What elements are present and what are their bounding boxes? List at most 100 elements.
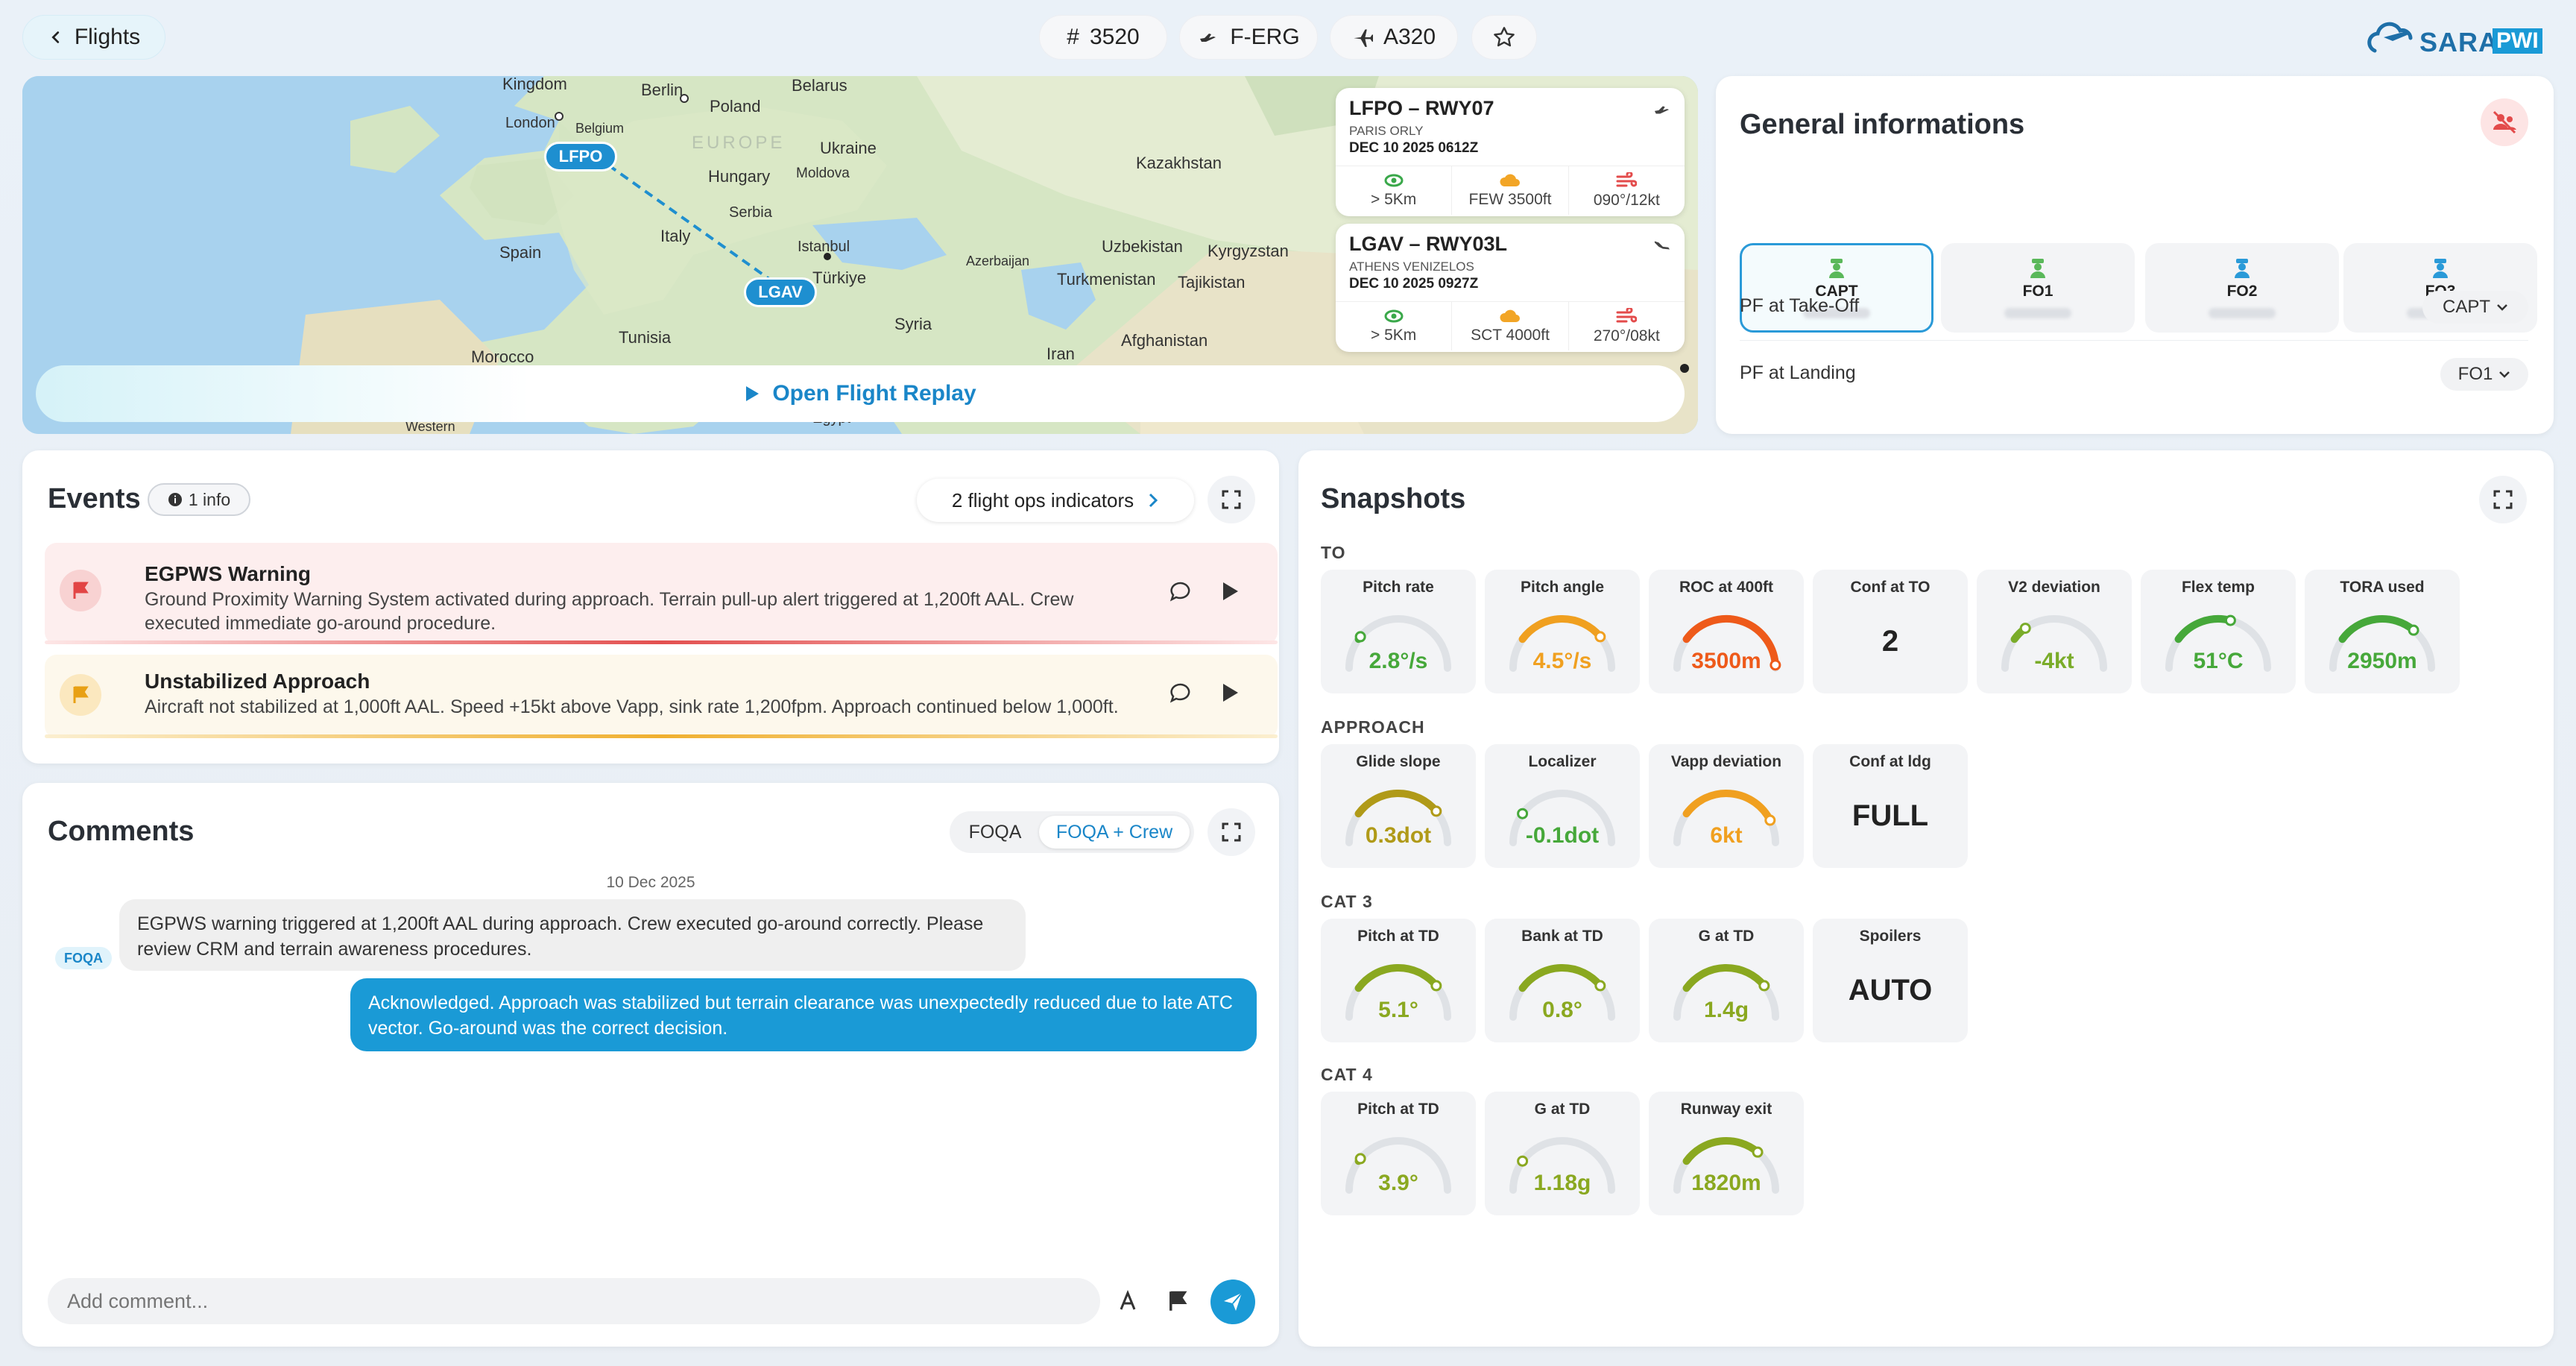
snapshot-gauge[interactable]: TORA used 2950m: [2305, 570, 2460, 693]
eye-icon: [1384, 309, 1404, 322]
destination-marker[interactable]: LGAV: [744, 277, 817, 307]
registration: F-ERG: [1230, 25, 1300, 49]
snapshot-gauge[interactable]: Conf at ldg FULL: [1813, 744, 1968, 868]
event-unstabilized-approach[interactable]: Unstabilized Approach Aircraft not stabi…: [45, 655, 1278, 738]
map-label: Kingdom: [502, 76, 567, 93]
registration-chip[interactable]: F-ERG: [1179, 15, 1318, 60]
snapshot-gauge[interactable]: Glide slope 0.3dot: [1321, 744, 1476, 868]
comments-card: Comments FOQA FOQA + Crew 10 Dec 2025 EG…: [22, 783, 1279, 1347]
clouds-value: SCT 4000ft: [1471, 326, 1550, 344]
play-icon[interactable]: [1219, 580, 1240, 602]
comments-title: Comments: [48, 816, 195, 847]
gauge-label: G at TD: [1534, 1101, 1591, 1118]
weather-title: LGAV – RWY03L: [1349, 233, 1508, 255]
visibility-cell: > 5Km: [1336, 166, 1453, 215]
snapshot-gauge[interactable]: Vapp deviation 6kt: [1649, 744, 1804, 868]
crew-fo2[interactable]: FO2: [2145, 243, 2339, 333]
snapshot-gauge[interactable]: Pitch rate 2.8°/s: [1321, 570, 1476, 693]
gauge-value: 0.8°: [1542, 998, 1582, 1022]
event-egpws[interactable]: EGPWS Warning Ground Proximity Warning S…: [45, 543, 1278, 644]
snapshot-gauge[interactable]: G at TD 1.4g: [1649, 919, 1804, 1042]
snapshot-gauge[interactable]: V2 deviation -4kt: [1977, 570, 2132, 693]
crew-capt[interactable]: CAPT: [1740, 243, 1933, 333]
snapshot-gauge[interactable]: Flex temp 51°C: [2141, 570, 2296, 693]
map-label: Ukraine: [820, 139, 877, 157]
snapshot-gauge[interactable]: ROC at 400ft 3500m: [1649, 570, 1804, 693]
crew-label: FO2: [2226, 283, 2258, 300]
map-label: Spain: [499, 243, 542, 262]
tab-foqa[interactable]: FOQA: [954, 816, 1036, 849]
expand-icon: [2493, 490, 2513, 509]
map-label: Azerbaijan: [966, 254, 1030, 268]
snapshot-gauge[interactable]: G at TD 1.18g: [1485, 1092, 1640, 1215]
map-label: Uzbekistan: [1102, 237, 1183, 256]
comment-input[interactable]: [48, 1278, 1100, 1324]
snapshot-gauge[interactable]: Runway exit 1820m: [1649, 1092, 1804, 1215]
send-button[interactable]: [1210, 1280, 1255, 1324]
flag-icon: [73, 582, 89, 599]
snapshot-gauge[interactable]: Localizer -0.1dot: [1485, 744, 1640, 868]
wind-value: 090°/12kt: [1593, 191, 1660, 209]
pf-takeoff-label: PF at Take-Off: [1740, 295, 1860, 316]
divider: [1740, 340, 2528, 341]
eye-icon: [1384, 174, 1404, 186]
flight-ops-indicators-button[interactable]: 2 flight ops indicators: [917, 479, 1194, 522]
aircraft-chip[interactable]: A320: [1330, 15, 1458, 60]
gauge-text-value: 2: [1881, 625, 1899, 658]
snapshot-gauge[interactable]: Pitch angle 4.5°/s: [1485, 570, 1640, 693]
play-icon[interactable]: [1219, 682, 1240, 704]
tab-foqa-crew[interactable]: FOQA + Crew: [1039, 816, 1190, 849]
alert-off-button[interactable]: [2481, 98, 2528, 146]
expand-events-button[interactable]: [1208, 476, 1255, 523]
open-flight-replay-button[interactable]: Open Flight Replay: [36, 365, 1685, 422]
pf-takeoff-select[interactable]: CAPT: [2422, 291, 2528, 324]
pf-landing-value: FO1: [2457, 364, 2493, 384]
expand-snapshots-button[interactable]: [2479, 476, 2527, 523]
gauge-label: Pitch rate: [1363, 579, 1434, 596]
back-button[interactable]: Flights: [22, 15, 165, 60]
map-label: Türkiye: [812, 268, 867, 287]
pf-takeoff-value: CAPT: [2442, 297, 2490, 317]
flight-number-chip[interactable]: # 3520: [1039, 15, 1167, 60]
landing-icon: [1653, 241, 1671, 252]
pilot-icon: [2235, 259, 2250, 278]
gauge-label: Vapp deviation: [1670, 753, 1782, 770]
expand-icon: [1222, 490, 1241, 509]
map-card[interactable]: Kingdom Berlin Poland Belarus London Bel…: [22, 76, 1698, 434]
comment-icon[interactable]: [1169, 682, 1193, 705]
origin-marker[interactable]: LFPO: [544, 142, 617, 171]
gauge-value: 51°C: [2193, 649, 2244, 673]
back-label: Flights: [74, 25, 141, 49]
snapshot-gauge[interactable]: Pitch at TD 5.1°: [1321, 919, 1476, 1042]
takeoff-icon: [1653, 106, 1671, 116]
severity-bar: [45, 734, 1278, 738]
pf-landing-select[interactable]: FO1: [2440, 358, 2528, 391]
crew-fo1[interactable]: FO1: [1941, 243, 2135, 333]
aircraft-type: A320: [1383, 25, 1436, 49]
gauge-fill: [1518, 615, 1604, 643]
gauge-knob: [2224, 614, 2236, 626]
snapshot-gauge[interactable]: Pitch at TD 3.9°: [1321, 1092, 1476, 1215]
chevron-down-icon: [2497, 304, 2507, 311]
gauge-fill: [1354, 790, 1440, 818]
gauge-label: Bank at TD: [1521, 928, 1603, 945]
text-format-icon[interactable]: [1117, 1290, 1139, 1312]
general-info-card: General informations CAPT FO1 FO2 FO3 PF…: [1716, 76, 2554, 434]
snapshot-gauge[interactable]: Conf at TO 2: [1813, 570, 1968, 693]
expand-comments-button[interactable]: [1208, 808, 1255, 856]
flag-icon: [73, 686, 89, 703]
favorite-button[interactable]: [1471, 15, 1537, 60]
chevron-right-icon: [1149, 493, 1158, 508]
comment-icon[interactable]: [1169, 580, 1193, 604]
event-description: Aircraft not stabilized at 1,000ft AAL. …: [145, 696, 1119, 717]
send-icon: [1224, 1292, 1243, 1311]
visibility-cell: > 5Km: [1336, 302, 1453, 350]
brand-pwi: PWI: [2493, 28, 2542, 54]
snapshot-gauge[interactable]: Bank at TD 0.8°: [1485, 919, 1640, 1042]
snapshot-gauge[interactable]: Spoilers AUTO: [1813, 919, 1968, 1042]
flag-icon[interactable]: [1167, 1290, 1188, 1312]
map-label: Kazakhstan: [1136, 154, 1222, 172]
info-badge[interactable]: 1 info: [148, 483, 250, 516]
star-icon: [1494, 27, 1515, 47]
gauge-value: 1.4g: [1703, 998, 1749, 1022]
